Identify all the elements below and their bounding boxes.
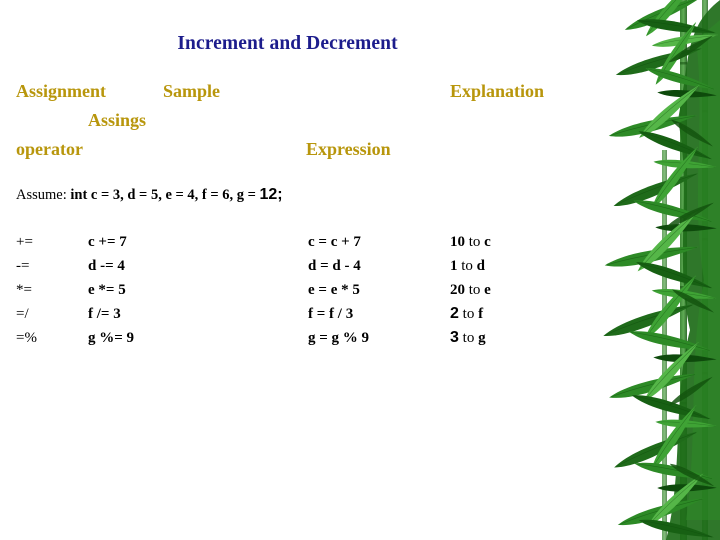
cell-sample-expression: e *= 5 <box>88 282 126 298</box>
cell-explanation: 10 to c <box>450 232 491 252</box>
explanation-connector: to <box>457 258 477 274</box>
cell-sample-expression: g %= 9 <box>88 330 135 346</box>
operators-table: += c += 7 c = c + 7 10 to c -= d -= 4 d = d - … <box>0 232 575 352</box>
explanation-variable: g <box>478 330 486 346</box>
explanation-variable: d <box>476 258 486 274</box>
cell-sample-expression: d -= 4 <box>88 258 125 274</box>
explanation-connector: to <box>458 306 479 322</box>
header-expression: Expression <box>306 139 391 159</box>
explanation-value: 3 <box>450 329 459 346</box>
slide-canvas: Increment and Decrement Assignment Sampl… <box>0 0 720 540</box>
assume-label: Assume: <box>16 187 67 203</box>
cell-sample-expression: c += 7 <box>88 234 127 250</box>
cell-operator: += <box>16 234 33 250</box>
cell-operator: =/ <box>16 306 29 322</box>
explanation-value: 20 <box>450 282 465 298</box>
cell-explanation: 2 to f <box>450 304 483 324</box>
explanation-value: 1 <box>450 258 458 274</box>
header-assignment: Assignment <box>16 81 107 101</box>
bamboo-plant-image <box>594 0 720 540</box>
cell-explanation: 3 to g <box>450 328 486 348</box>
assume-declaration: int c = 3, d = 5, e = 4, f = 6, g = <box>70 187 256 203</box>
explanation-value: 10 <box>450 234 465 250</box>
explanation-variable: e <box>484 282 491 298</box>
cell-operator: *= <box>16 282 32 298</box>
cell-operator: -= <box>16 258 30 274</box>
cell-explanation: 1 to d <box>450 256 485 276</box>
cell-expansion: c = c + 7 <box>308 234 361 250</box>
explanation-connector: to <box>465 234 485 250</box>
table-row: *= e *= 5 e = e * 5 20 to e <box>0 280 575 304</box>
header-assings: Assings <box>88 110 147 130</box>
explanation-value: 2 <box>450 305 459 322</box>
assume-last-value: 12; <box>259 186 283 203</box>
explanation-connector: to <box>458 330 479 346</box>
explanation-variable: c <box>484 234 491 250</box>
table-row: =% g %= 9 g = g % 9 3 to g <box>0 328 575 352</box>
cell-operator: =% <box>16 330 37 346</box>
page-title: Increment and Decrement <box>177 33 398 54</box>
cell-sample-expression: f /= 3 <box>88 306 121 322</box>
explanation-variable: f <box>478 306 484 322</box>
cell-expansion: g = g % 9 <box>308 330 370 346</box>
header-sample: Sample <box>163 81 221 101</box>
table-row: += c += 7 c = c + 7 10 to c <box>0 232 575 256</box>
table-row: -= d -= 4 d = d - 4 1 to d <box>0 256 575 280</box>
cell-explanation: 20 to e <box>450 280 491 300</box>
cell-expansion: f = f / 3 <box>308 306 354 322</box>
cell-expansion: d = d - 4 <box>308 258 361 274</box>
header-explanation: Explanation <box>450 81 545 101</box>
table-row: =/ f /= 3 f = f / 3 2 to f <box>0 304 575 328</box>
assume-line: Assume: int c = 3, d = 5, e = 4, f = 6, … <box>16 186 283 204</box>
header-operator: operator <box>16 139 83 159</box>
explanation-connector: to <box>465 282 485 298</box>
cell-expansion: e = e * 5 <box>308 282 360 298</box>
